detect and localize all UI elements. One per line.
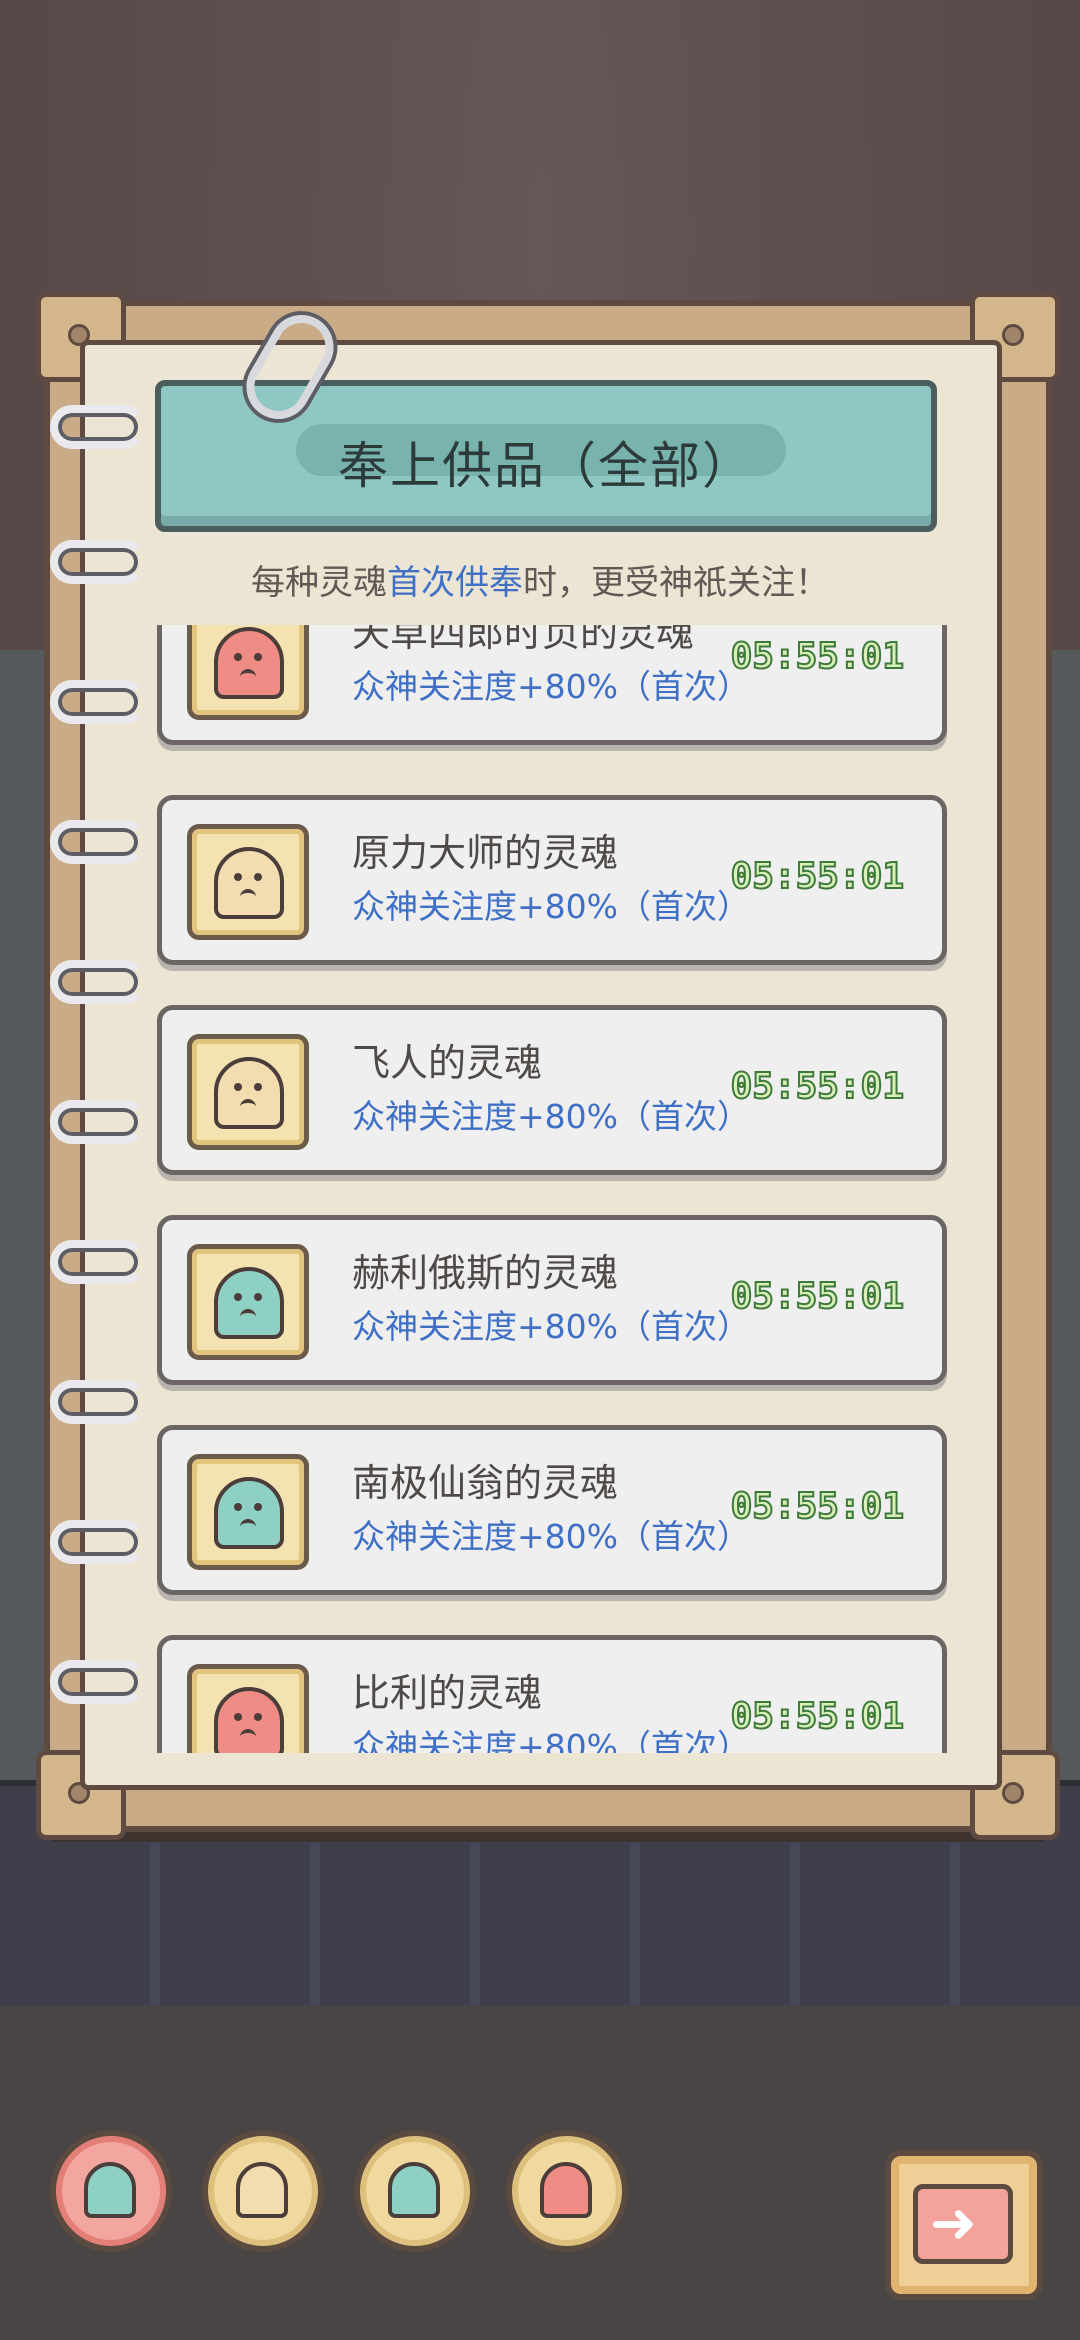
ring-icon <box>50 680 146 724</box>
ring-icon <box>50 820 146 864</box>
ring-icon <box>50 1520 146 1564</box>
soul-name: 原力大师的灵魂 <box>352 831 619 875</box>
soul-icon-frame <box>187 1034 309 1150</box>
dialog-title: 奉上供品（全部） <box>338 437 754 495</box>
subtitle-highlight: 首次供奉 <box>387 563 523 603</box>
offering-row[interactable]: 比利的灵魂 众神关注度+80%（首次） 05:55:01 <box>157 1635 947 1753</box>
soul-timer: 05:55:01 <box>730 1695 905 1738</box>
soul-bonus: 众神关注度+80%（首次） <box>352 1097 750 1136</box>
soul-name: 飞人的灵魂 <box>352 1041 543 1085</box>
soul-icon-frame <box>187 1664 309 1753</box>
ring-icon <box>50 960 146 1004</box>
soul-bonus: 众神关注度+80%（首次） <box>352 887 750 926</box>
soul-name: 南极仙翁的灵魂 <box>352 1461 619 1505</box>
offering-row[interactable]: 原力大师的灵魂 众神关注度+80%（首次） 05:55:01 <box>157 795 947 965</box>
ring-icon <box>50 1240 146 1284</box>
ghost-icon <box>214 1687 284 1753</box>
soul-name: 赫利俄斯的灵魂 <box>352 1251 619 1295</box>
ghost-icon <box>214 1057 284 1129</box>
soul-icon-frame <box>187 1244 309 1360</box>
ghost-icon <box>214 1477 284 1549</box>
offering-list[interactable]: 天草四郎时贞的灵魂 众神关注度+80%（首次） 05:55:01 原力大师的灵魂… <box>150 625 950 1753</box>
ring-icon <box>50 405 146 449</box>
soul-icon-frame <box>187 824 309 940</box>
subtitle-text: 每种灵魂 <box>251 563 387 603</box>
ghost-icon <box>214 627 284 699</box>
offering-row[interactable]: 天草四郎时贞的灵魂 众神关注度+80%（首次） 05:55:01 <box>157 625 947 745</box>
filter-red-button[interactable] <box>506 2130 628 2252</box>
offering-row[interactable]: 南极仙翁的灵魂 众神关注度+80%（首次） 05:55:01 <box>157 1425 947 1595</box>
soul-timer: 05:55:01 <box>730 635 905 678</box>
ghost-icon <box>84 2162 136 2218</box>
soul-bonus: 众神关注度+80%（首次） <box>352 1307 750 1346</box>
subtitle-text: 时，更受神祇关注！ <box>523 563 829 603</box>
offering-row[interactable]: 飞人的灵魂 众神关注度+80%（首次） 05:55:01 <box>157 1005 947 1175</box>
ring-icon <box>50 1660 146 1704</box>
soul-name: 天草四郎时贞的灵魂 <box>352 625 695 655</box>
filter-cream-button[interactable] <box>202 2130 324 2252</box>
soul-bonus: 众神关注度+80%（首次） <box>352 667 750 706</box>
arrow-right-icon: ➜ <box>913 2184 1013 2264</box>
ring-icon <box>50 1380 146 1424</box>
ghost-icon <box>214 1267 284 1339</box>
soul-bonus: 众神关注度+80%（首次） <box>352 1727 750 1753</box>
ghost-icon <box>214 847 284 919</box>
soul-timer: 05:55:01 <box>730 1065 905 1108</box>
soul-icon-frame <box>187 625 309 720</box>
soul-bonus: 众神关注度+80%（首次） <box>352 1517 750 1556</box>
next-button[interactable]: ➜ <box>885 2150 1043 2300</box>
filter-teal-button[interactable] <box>354 2130 476 2252</box>
offering-row[interactable]: 赫利俄斯的灵魂 众神关注度+80%（首次） 05:55:01 <box>157 1215 947 1385</box>
soul-timer: 05:55:01 <box>730 855 905 898</box>
ghost-icon <box>236 2162 288 2218</box>
soul-name: 比利的灵魂 <box>352 1671 543 1715</box>
ghost-icon <box>540 2162 592 2218</box>
soul-timer: 05:55:01 <box>730 1275 905 1318</box>
ring-icon <box>50 1100 146 1144</box>
ghost-icon <box>388 2162 440 2218</box>
dialog-subtitle: 每种灵魂首次供奉时，更受神祇关注！ <box>80 555 1000 604</box>
soul-timer: 05:55:01 <box>730 1485 905 1528</box>
filter-all-button[interactable] <box>50 2130 172 2252</box>
soul-icon-frame <box>187 1454 309 1570</box>
